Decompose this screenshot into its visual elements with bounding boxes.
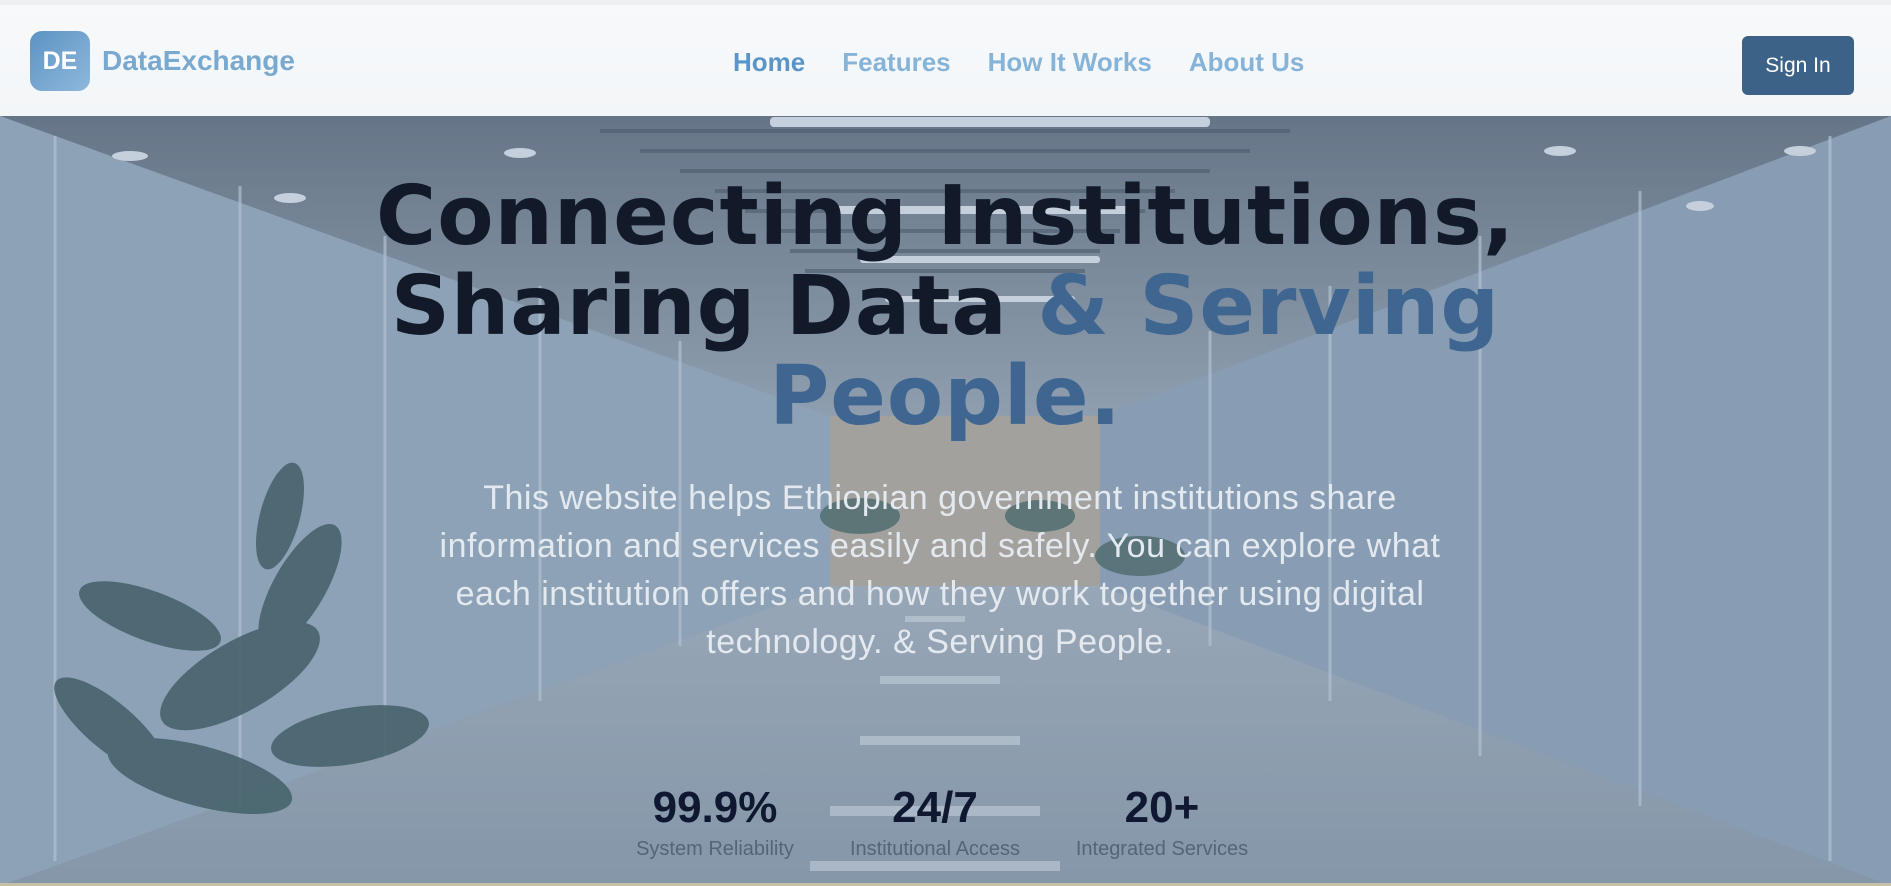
stat-integrated-services: 20+ Integrated Services bbox=[1057, 784, 1267, 861]
headline-line-1: Connecting Institutions, bbox=[376, 169, 1515, 264]
stat-label: System Reliability bbox=[636, 838, 794, 860]
brand-name: DataExchange bbox=[102, 45, 295, 76]
logo-badge: DE bbox=[30, 31, 90, 91]
nav-link-features[interactable]: Features bbox=[842, 47, 950, 78]
nav-link-home[interactable]: Home bbox=[733, 47, 805, 78]
stat-label: Integrated Services bbox=[1075, 838, 1249, 860]
nav-link-about-us[interactable]: About Us bbox=[1189, 47, 1305, 78]
stat-institutional-access: 24/7 Institutional Access bbox=[830, 784, 1040, 861]
hero-headline: Connecting Institutions, Sharing Data & … bbox=[0, 172, 1891, 442]
stat-label: Institutional Access bbox=[849, 838, 1021, 860]
headline-line-2-dark: Sharing Data bbox=[390, 259, 1008, 354]
site-header: DE DataExchange Home Features How It Wor… bbox=[0, 0, 1891, 116]
nav-link-how-it-works[interactable]: How It Works bbox=[988, 47, 1152, 78]
headline-line-2-accent: & Serving bbox=[1037, 259, 1501, 354]
hero-section: Connecting Institutions, Sharing Data & … bbox=[0, 116, 1891, 886]
headline-line-2: Sharing Data & Serving bbox=[0, 262, 1891, 352]
main-nav: Home Features How It Works About Us bbox=[733, 47, 1341, 78]
sign-in-button[interactable]: Sign In bbox=[1742, 36, 1854, 95]
stat-value: 24/7 bbox=[892, 783, 978, 832]
stat-value: 20+ bbox=[1124, 783, 1200, 832]
headline-line-3-accent: People. bbox=[769, 349, 1122, 444]
hero-description: This website helps Ethiopian government … bbox=[439, 479, 1441, 661]
brand-logo[interactable]: DE DataExchange bbox=[30, 31, 295, 91]
stat-value: 99.9% bbox=[652, 783, 778, 832]
stat-system-reliability: 99.9% System Reliability bbox=[610, 784, 820, 861]
